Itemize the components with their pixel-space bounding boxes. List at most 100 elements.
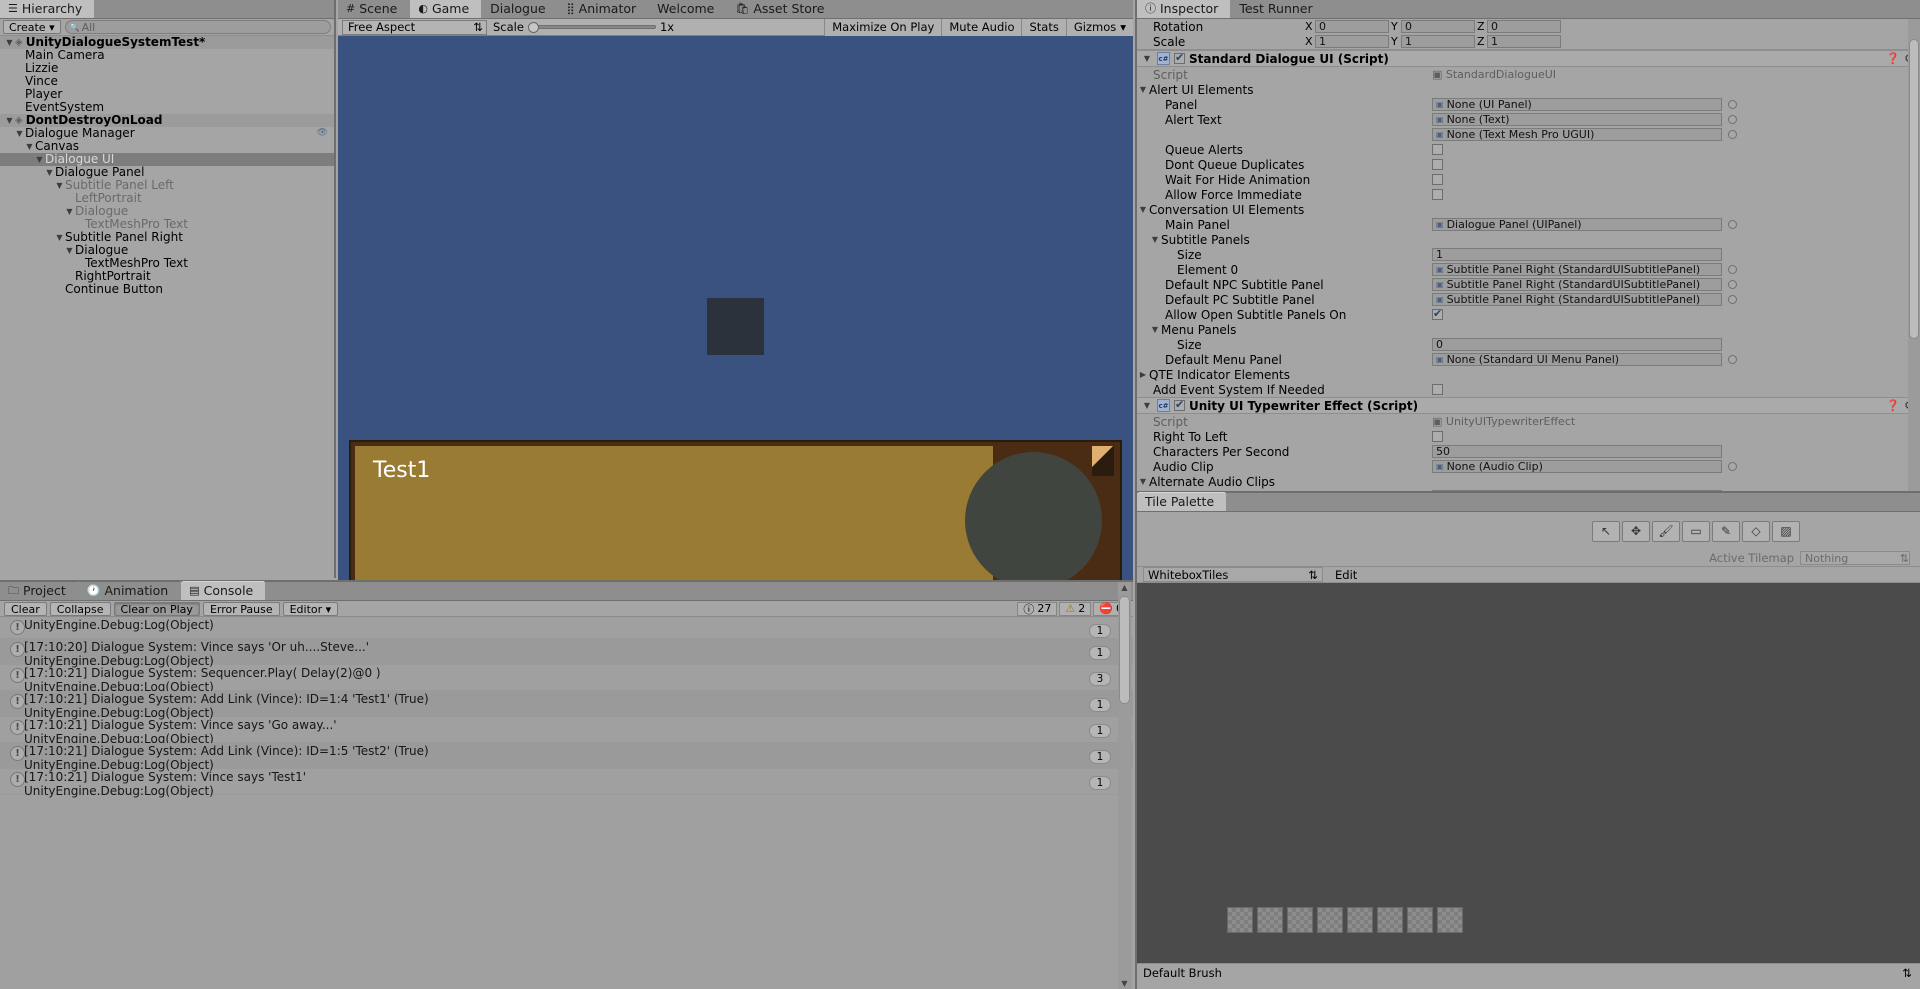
scale-slider-knob[interactable] bbox=[527, 21, 539, 33]
game-button-gizmos[interactable]: Gizmos ▾ bbox=[1065, 18, 1133, 36]
tile-fill-tool-icon[interactable]: ▨ bbox=[1772, 520, 1800, 542]
tile-palette-toolbar[interactable]: ↖ ✥ 🖌 ▭ ✎ ◇ ▨ bbox=[1137, 512, 1920, 550]
tab-welcome[interactable]: Welcome bbox=[649, 0, 728, 18]
tab-dialogue[interactable]: Dialogue bbox=[482, 0, 559, 18]
brush-dropdown[interactable]: Default Brush bbox=[1143, 966, 1222, 980]
game-scale-control[interactable]: Scale 1x bbox=[493, 20, 674, 34]
create-button[interactable]: Create ▾ bbox=[3, 20, 61, 34]
tile-swatch[interactable] bbox=[1377, 907, 1403, 933]
object-field[interactable]: ▣ None (Standard UI Menu Panel) bbox=[1432, 353, 1722, 366]
tile-eraser-tool-icon[interactable]: ◇ bbox=[1742, 520, 1770, 542]
inspector-scrollbar[interactable] bbox=[1908, 19, 1920, 491]
object-picker-dot-icon[interactable] bbox=[1728, 130, 1737, 139]
disclosure-triangle-icon[interactable]: ▼ bbox=[1141, 54, 1153, 63]
hierarchy-row[interactable]: RightPortrait bbox=[0, 270, 334, 283]
tab-tile-palette[interactable]: Tile Palette bbox=[1137, 492, 1228, 511]
inspector-foldout[interactable]: ▼ Subtitle Panels bbox=[1137, 232, 1920, 247]
checkbox[interactable] bbox=[1432, 174, 1443, 185]
disclosure-triangle-icon[interactable]: ▼ bbox=[64, 205, 75, 218]
tile-swatch[interactable] bbox=[1407, 907, 1433, 933]
object-field[interactable]: ▣ Subtitle Panel Right (StandardUISubtitl… bbox=[1432, 278, 1722, 291]
console-log-row[interactable]: [17:10:21] Dialogue System: Add Link (Vi… bbox=[0, 691, 1133, 719]
object-picker-dot-icon[interactable] bbox=[1728, 220, 1737, 229]
checkbox[interactable] bbox=[1432, 159, 1443, 170]
visibility-eye-icon[interactable]: 👁 bbox=[317, 127, 328, 140]
console-scrollbar[interactable]: ▲ ▼ bbox=[1118, 582, 1131, 989]
tab-inspector[interactable]: ⓘ Inspector bbox=[1137, 0, 1232, 18]
game-button-maximize-on-play[interactable]: Maximize On Play bbox=[824, 18, 942, 36]
inspector-foldout[interactable]: ▼ Alternate Audio Clips bbox=[1137, 474, 1920, 489]
tile-swatch[interactable] bbox=[1317, 907, 1343, 933]
console-button-clear[interactable]: Clear bbox=[4, 601, 47, 616]
tile-swatch[interactable] bbox=[1227, 907, 1253, 933]
checkbox[interactable] bbox=[1432, 189, 1443, 200]
console-log-row[interactable]: [17:10:21] Dialogue System: Vince says '… bbox=[0, 769, 1133, 797]
transform-y-field[interactable]: 1 bbox=[1401, 35, 1475, 48]
palette-edit-button[interactable]: Edit bbox=[1335, 568, 1357, 582]
tile-rect-tool-icon[interactable]: ▭ bbox=[1682, 520, 1710, 542]
transform-y-field[interactable]: 0 bbox=[1401, 20, 1475, 33]
console-button-collapse[interactable]: Collapse bbox=[49, 601, 111, 616]
console-button-clear-on-play[interactable]: Clear on Play bbox=[113, 601, 200, 616]
checkbox[interactable] bbox=[1432, 307, 1443, 320]
tile-select-tool-icon[interactable]: ↖ bbox=[1592, 520, 1620, 542]
tile-swatch[interactable] bbox=[1437, 907, 1463, 933]
checkbox[interactable] bbox=[1432, 144, 1443, 155]
tile-picker-tool-icon[interactable]: ✎ bbox=[1712, 520, 1740, 542]
text-field[interactable]: 50 bbox=[1432, 445, 1722, 458]
component-header[interactable]: ▼c#Standard Dialogue UI (Script)❓⚙ bbox=[1137, 50, 1920, 67]
checkbox[interactable] bbox=[1432, 431, 1443, 442]
disclosure-triangle-icon[interactable]: ▼ bbox=[4, 114, 15, 127]
object-field[interactable]: ▣ None (Text) bbox=[1432, 113, 1722, 126]
game-tabbar[interactable]: # Scene ◐ Game Dialogue ⣿ Animator Welcome 🛍 Asse… bbox=[338, 0, 1133, 19]
game-button-stats[interactable]: Stats bbox=[1021, 18, 1066, 36]
tab-animation[interactable]: 🕐 Animation bbox=[79, 581, 182, 600]
object-picker-dot-icon[interactable] bbox=[1728, 100, 1737, 109]
disclosure-triangle-icon[interactable]: ▼ bbox=[1137, 85, 1149, 94]
tile-brush-tool-icon[interactable]: 🖌 bbox=[1652, 520, 1680, 542]
console-buttons[interactable]: Clear Collapse Clear on Play Error Pause Edi… bbox=[4, 601, 339, 616]
disclosure-triangle-icon[interactable]: ▼ bbox=[54, 179, 65, 192]
chevron-down-icon[interactable]: ▾ bbox=[1120, 20, 1126, 34]
hierarchy-search-input[interactable]: All bbox=[64, 20, 331, 34]
scale-slider[interactable] bbox=[527, 21, 656, 33]
hierarchy-row[interactable]: Continue Button bbox=[0, 283, 334, 296]
info-count-badge[interactable]: ⓘ 27 bbox=[1017, 601, 1058, 616]
object-picker-dot-icon[interactable] bbox=[1728, 462, 1737, 471]
object-picker-dot-icon[interactable] bbox=[1728, 115, 1737, 124]
disclosure-triangle-icon[interactable]: ▼ bbox=[34, 153, 45, 166]
transform-x-field[interactable]: 1 bbox=[1315, 35, 1389, 48]
component-enabled-checkbox[interactable] bbox=[1174, 398, 1185, 411]
console-log-row[interactable]: [17:10:21] Dialogue System: Vince says '… bbox=[0, 717, 1133, 745]
scroll-up-arrow-icon[interactable]: ▲ bbox=[1120, 583, 1129, 592]
game-button-mute-audio[interactable]: Mute Audio bbox=[941, 18, 1022, 36]
disclosure-triangle-icon[interactable]: ▼ bbox=[54, 231, 65, 244]
object-picker-dot-icon[interactable] bbox=[1728, 280, 1737, 289]
disclosure-triangle-icon[interactable]: ▼ bbox=[1149, 235, 1161, 244]
disclosure-triangle-icon[interactable]: ▼ bbox=[64, 244, 75, 257]
scroll-down-arrow-icon[interactable]: ▼ bbox=[1120, 979, 1129, 988]
component-header[interactable]: ▼c#Unity UI Typewriter Effect (Script)❓⚙ bbox=[1137, 397, 1920, 414]
tab-animator[interactable]: ⣿ Animator bbox=[559, 0, 650, 18]
object-picker-dot-icon[interactable] bbox=[1728, 265, 1737, 274]
component-enabled-checkbox[interactable] bbox=[1174, 51, 1185, 64]
object-field[interactable]: ▣ Subtitle Panel Right (StandardUISubtitl… bbox=[1432, 293, 1722, 306]
disclosure-triangle-icon[interactable]: ▼ bbox=[1137, 205, 1149, 214]
disclosure-triangle-icon[interactable]: ▼ bbox=[44, 166, 55, 179]
tile-move-tool-icon[interactable]: ✥ bbox=[1622, 520, 1650, 542]
tile-swatch[interactable] bbox=[1287, 907, 1313, 933]
console-tabbar[interactable]: 🗀 Project 🕐 Animation ▤ Console bbox=[0, 581, 1133, 601]
tab-scene[interactable]: # Scene bbox=[338, 0, 411, 18]
console-log-row[interactable]: [17:10:21] Dialogue System: Sequencer.Pl… bbox=[0, 665, 1133, 693]
hierarchy-row[interactable]: LeftPortrait bbox=[0, 192, 334, 205]
tile-grid[interactable] bbox=[1227, 907, 1463, 933]
tile-swatch[interactable] bbox=[1257, 907, 1283, 933]
tab-asset-store[interactable]: 🛍 Asset Store bbox=[727, 0, 838, 18]
object-picker-dot-icon[interactable] bbox=[1728, 295, 1737, 304]
text-field[interactable]: 0 bbox=[1432, 338, 1722, 351]
transform-z-field[interactable]: 1 bbox=[1487, 35, 1561, 48]
object-field[interactable]: ▣ None (Audio Clip) bbox=[1432, 460, 1722, 473]
inspector-tabbar[interactable]: ⓘ Inspector Test Runner bbox=[1137, 0, 1920, 19]
checkbox[interactable] bbox=[1432, 384, 1443, 395]
disclosure-triangle-icon[interactable]: ▼ bbox=[24, 140, 35, 153]
